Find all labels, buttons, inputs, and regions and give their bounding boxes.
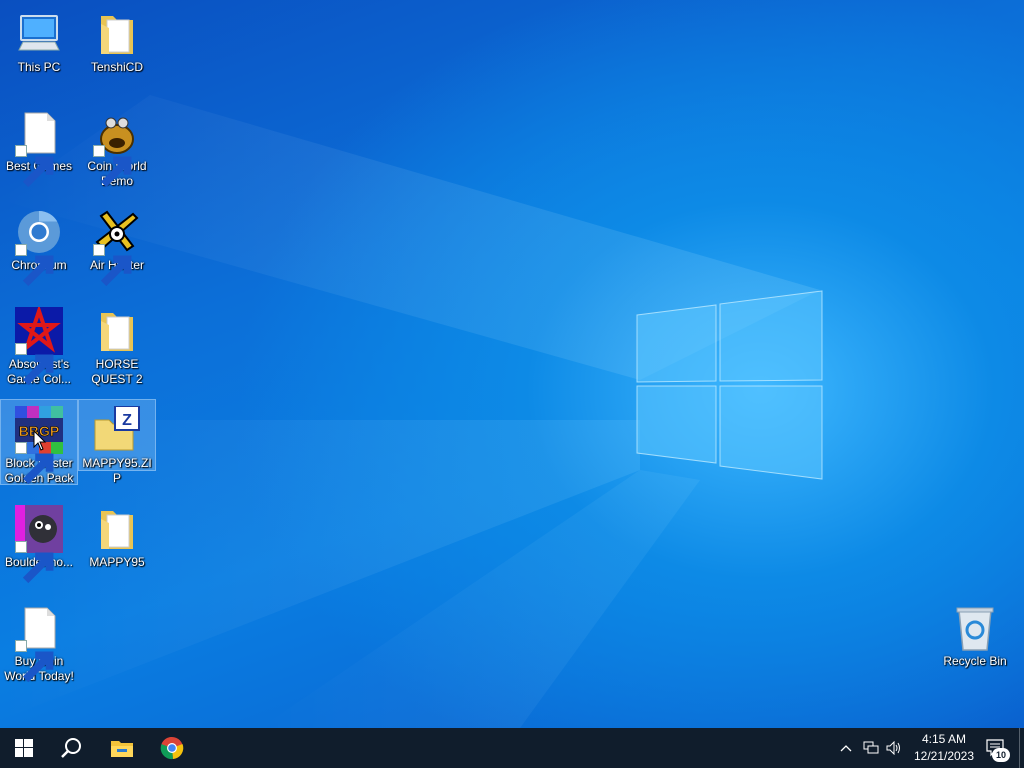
- recycle-bin-glyph-icon: [951, 604, 999, 652]
- icon-label: This PC: [17, 60, 61, 74]
- show-hidden-icons-button[interactable]: [836, 728, 856, 768]
- chrome-icon: [160, 736, 184, 760]
- zip-archive-icon: Z: [93, 406, 141, 454]
- icon-label: TenshiCD: [90, 60, 144, 74]
- chromium-browser-icon: [15, 208, 63, 287]
- computer-icon: [15, 10, 63, 58]
- folder-icon: [93, 10, 141, 58]
- chevron-up-icon: [840, 745, 852, 752]
- block-buster-logo-icon: BBGP: [15, 406, 63, 485]
- action-center-button[interactable]: 10: [978, 728, 1014, 768]
- start-button[interactable]: [0, 728, 48, 768]
- document-icon: [15, 604, 63, 683]
- notification-count-badge: 10: [992, 748, 1010, 762]
- search-icon: [61, 738, 81, 758]
- airplane-icon: [93, 208, 141, 287]
- shortcut-arrow-icon: [15, 640, 54, 683]
- icon-label: MAPPY95: [89, 555, 145, 569]
- icon-label: HORSE QUEST 2: [91, 357, 143, 386]
- bouldermo-icon[interactable]: Bouldermo...: [1, 499, 77, 584]
- chrome-taskbar-button[interactable]: [148, 728, 196, 768]
- taskbar: 4:15 AM 12/21/2023 10: [0, 728, 1024, 768]
- windows-logo-wallpaper: [636, 290, 823, 480]
- windows-start-icon: [15, 739, 33, 757]
- coin-world-character-icon: [93, 109, 141, 188]
- file-explorer-icon: [111, 741, 133, 757]
- document-icon: [15, 109, 63, 188]
- buy-coin-world-icon[interactable]: Buy Coin World Today!: [1, 598, 77, 684]
- air-hunter-icon[interactable]: Air Hunter: [79, 202, 155, 287]
- recycle-bin-icon[interactable]: Recycle Bin: [937, 598, 1013, 669]
- shortcut-arrow-icon: [93, 244, 132, 287]
- coin-world-demo-icon[interactable]: Coin World Demo: [79, 103, 155, 189]
- folder-icon: [93, 505, 141, 553]
- desktop[interactable]: This PC Best Games Chromium Absolutist's…: [0, 0, 1024, 728]
- block-buster-golden-pack-icon[interactable]: BBGP Block Buster Golden Pack: [0, 399, 78, 485]
- search-button[interactable]: [48, 728, 96, 768]
- shortcut-arrow-icon: [93, 145, 132, 188]
- tenshicd-folder-icon[interactable]: TenshiCD: [79, 4, 155, 75]
- show-desktop-button[interactable]: [1019, 728, 1020, 768]
- horse-quest-2-folder-icon[interactable]: HORSE QUEST 2: [79, 301, 155, 387]
- icon-label: Recycle Bin: [943, 654, 1007, 668]
- zip-letter: Z: [122, 412, 132, 429]
- shortcut-arrow-icon: [15, 343, 54, 386]
- clock[interactable]: 4:15 AM 12/21/2023: [908, 731, 980, 765]
- best-games-icon[interactable]: Best Games: [1, 103, 77, 188]
- shortcut-arrow-icon: [15, 145, 54, 188]
- this-pc-icon[interactable]: This PC: [1, 4, 77, 75]
- speaker-icon: [886, 741, 900, 755]
- icon-label: MAPPY95.ZIP: [82, 456, 152, 485]
- clock-date: 12/21/2023: [913, 749, 975, 763]
- absolutist-logo-icon: [15, 307, 63, 386]
- block-buster-logo-text: BBGP: [19, 423, 59, 439]
- volume-button[interactable]: [883, 728, 905, 768]
- shortcut-arrow-icon: [15, 244, 54, 287]
- mappy95-zip-icon[interactable]: Z MAPPY95.ZIP: [78, 399, 156, 485]
- mappy95-folder-icon[interactable]: MAPPY95: [79, 499, 155, 570]
- shortcut-arrow-icon: [15, 442, 54, 485]
- clock-time: 4:15 AM: [921, 732, 967, 746]
- absolutist-game-collection-icon[interactable]: Absolutist's Game Col...: [1, 301, 77, 387]
- shortcut-arrow-icon: [15, 541, 54, 584]
- file-explorer-taskbar-button[interactable]: [98, 728, 146, 768]
- network-icon: [863, 741, 879, 754]
- chromium-icon[interactable]: Chromium: [1, 202, 77, 287]
- folder-icon: [93, 307, 141, 355]
- network-button[interactable]: [860, 728, 882, 768]
- bouldermouse-game-icon: [15, 505, 63, 584]
